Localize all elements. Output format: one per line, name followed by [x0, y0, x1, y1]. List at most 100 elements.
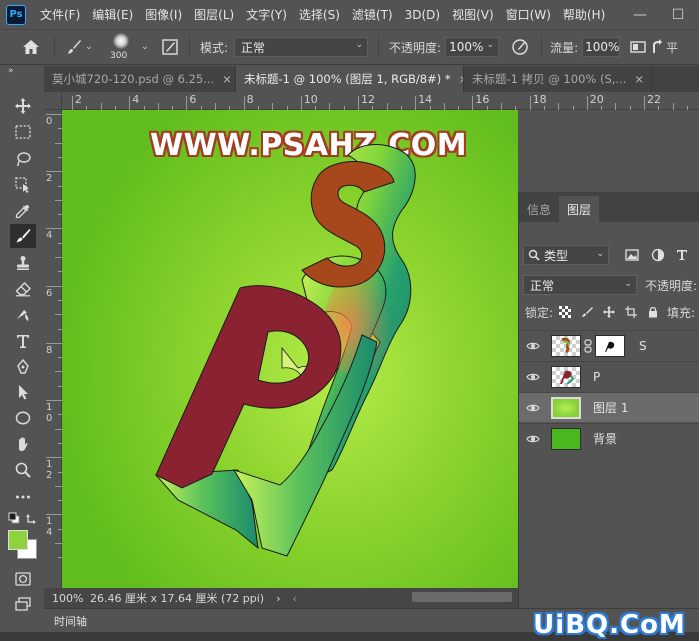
- 3d-letters-artwork: [154, 144, 416, 557]
- menu-view[interactable]: 视图(V): [446, 6, 500, 23]
- filter-type-icon[interactable]: [671, 249, 693, 261]
- layer-filter-select[interactable]: 类型 ⌄: [523, 245, 609, 265]
- pen-tool-icon[interactable]: [10, 355, 36, 379]
- layer-row[interactable]: 背景: [519, 423, 699, 453]
- close-icon[interactable]: ×: [634, 72, 644, 86]
- ruler-minor-tick: [543, 106, 545, 110]
- zoom-level[interactable]: 100%: [44, 592, 90, 605]
- collapse-panels-button[interactable]: »: [0, 66, 44, 80]
- tab-document-2[interactable]: 未标题-1 @ 100% (图层 1, RGB/8#) * ×: [236, 66, 464, 92]
- maximize-button[interactable]: ☐: [660, 0, 696, 29]
- foreground-color-swatch[interactable]: [8, 530, 28, 550]
- filter-pixel-icon[interactable]: [621, 249, 643, 261]
- lock-image-icon[interactable]: [577, 306, 597, 318]
- ruler-major-tick: [46, 228, 62, 230]
- ruler-major-tick: [46, 114, 62, 115]
- menu-help[interactable]: 帮助(H): [557, 6, 611, 23]
- stamp-tool-icon[interactable]: [10, 251, 36, 275]
- tab-document-1[interactable]: 莫小城720-120.psd @ 6.25... ×: [44, 66, 236, 92]
- menu-image[interactable]: 图像(I): [139, 6, 188, 23]
- ruler-minor-tick: [272, 103, 274, 110]
- visibility-eye-icon[interactable]: [519, 434, 547, 444]
- move-tool-icon[interactable]: [10, 94, 36, 118]
- ruler-minor-tick: [55, 371, 62, 373]
- menu-type[interactable]: 文字(Y): [240, 6, 293, 23]
- gradient-tool-icon[interactable]: [10, 303, 36, 327]
- flow-input[interactable]: 100%: [582, 37, 621, 57]
- pressure-opacity-icon[interactable]: [507, 38, 533, 56]
- status-arrow-icon[interactable]: ›: [276, 592, 280, 605]
- object-selection-tool-icon[interactable]: [10, 173, 36, 197]
- lock-all-icon[interactable]: [643, 306, 663, 318]
- brush-size-value: 300: [110, 51, 128, 61]
- layer-row[interactable]: P: [519, 361, 699, 391]
- vertical-ruler[interactable]: 0 2 4 6 8 1 0 1 2 1 4: [44, 110, 62, 590]
- menu-select[interactable]: 选择(S): [293, 6, 346, 23]
- type-tool-icon[interactable]: [10, 329, 36, 353]
- visibility-eye-icon[interactable]: [519, 341, 547, 351]
- ruler-major-tick: [46, 457, 62, 459]
- quick-mask-icon[interactable]: [10, 567, 36, 591]
- menu-3d[interactable]: 3D(D): [399, 8, 446, 22]
- horizontal-scrollbar[interactable]: [412, 592, 512, 602]
- menu-bar: Ps 文件(F) 编辑(E) 图像(I) 图层(L) 文字(Y) 选择(S) 滤…: [0, 0, 699, 29]
- menu-layer[interactable]: 图层(L): [188, 6, 240, 23]
- mask-link-icon[interactable]: [581, 338, 595, 353]
- scroll-left-icon[interactable]: ‹: [292, 592, 296, 605]
- default-colors-icon[interactable]: [8, 512, 20, 524]
- brush-tool-icon[interactable]: [10, 224, 36, 248]
- blend-mode-select[interactable]: 正常 ⌄: [234, 37, 369, 57]
- ellipse-tool-icon[interactable]: [10, 406, 36, 430]
- lock-position-icon[interactable]: [599, 306, 619, 318]
- tab-info[interactable]: 信息: [519, 196, 559, 222]
- ruler-h-label: 20: [589, 93, 604, 106]
- more-tools-icon[interactable]: [10, 485, 36, 509]
- visibility-eye-icon[interactable]: [519, 403, 547, 413]
- swap-colors-icon[interactable]: [25, 511, 39, 525]
- photoshop-logo[interactable]: Ps: [6, 4, 26, 25]
- zoom-tool-icon[interactable]: [10, 458, 36, 482]
- eraser-tool-icon[interactable]: [10, 277, 36, 301]
- tab-label: 莫小城720-120.psd @ 6.25...: [52, 72, 215, 86]
- minimize-button[interactable]: —: [622, 0, 658, 29]
- path-selection-tool-icon[interactable]: [10, 380, 36, 404]
- layer-blend-mode-select[interactable]: 正常 ⌄: [523, 275, 637, 295]
- ruler-major-tick: [72, 96, 73, 110]
- layer-row-selected[interactable]: 图层 1: [519, 392, 699, 422]
- layer-mask-thumbnail[interactable]: [595, 334, 625, 357]
- opacity-input[interactable]: 100% ⌄: [445, 37, 500, 57]
- ruler-v-label: 0: [46, 116, 53, 127]
- home-icon[interactable]: [16, 39, 46, 55]
- document-canvas[interactable]: WWW.PSAHZ.COM: [62, 110, 518, 588]
- menu-filter[interactable]: 滤镜(T): [346, 6, 399, 23]
- site-watermark: UiBQ.CoM: [533, 609, 686, 640]
- brush-tool-icon[interactable]: [63, 38, 85, 56]
- tab-layers[interactable]: 图层: [559, 196, 600, 222]
- brush-size-chevron-icon[interactable]: ⌄: [141, 42, 153, 52]
- screen-mode-icon[interactable]: [10, 592, 36, 616]
- tab-document-3[interactable]: 未标题-1 拷贝 @ 100% (S,... ×: [464, 66, 652, 92]
- lock-transparent-icon[interactable]: [559, 306, 572, 318]
- status-bar: 100% 26.46 厘米 x 17.64 厘米 (72 ppi) › ‹: [44, 588, 518, 608]
- close-icon[interactable]: ×: [222, 72, 232, 86]
- smoothing-icon[interactable]: [650, 39, 664, 55]
- eyedropper-tool-icon[interactable]: [10, 199, 36, 223]
- menu-edit[interactable]: 编辑(E): [86, 6, 139, 23]
- layer-row[interactable]: S: [519, 330, 699, 360]
- menu-file[interactable]: 文件(F): [34, 6, 86, 23]
- brush-size-picker[interactable]: 300: [105, 30, 141, 64]
- filter-adjustment-icon[interactable]: [647, 248, 669, 262]
- horizontal-ruler[interactable]: 2 4 6 8 10 12 14 16 18 20 22: [62, 92, 699, 110]
- menu-window[interactable]: 窗口(W): [500, 6, 557, 23]
- lasso-tool-icon[interactable]: [10, 147, 36, 171]
- chevron-down-icon: ⌄: [486, 40, 495, 50]
- hand-tool-icon[interactable]: [10, 432, 36, 456]
- layer-opacity-label: 不透明度:: [645, 278, 698, 293]
- brush-settings-panel-icon[interactable]: [159, 39, 181, 55]
- brush-preset-chevron-icon[interactable]: ⌄: [85, 42, 99, 52]
- airbrush-icon[interactable]: [626, 40, 650, 54]
- marquee-tool-icon[interactable]: [10, 120, 36, 144]
- lock-artboard-icon[interactable]: [621, 306, 641, 318]
- ruler-origin[interactable]: [44, 92, 62, 110]
- visibility-eye-icon[interactable]: [519, 372, 547, 382]
